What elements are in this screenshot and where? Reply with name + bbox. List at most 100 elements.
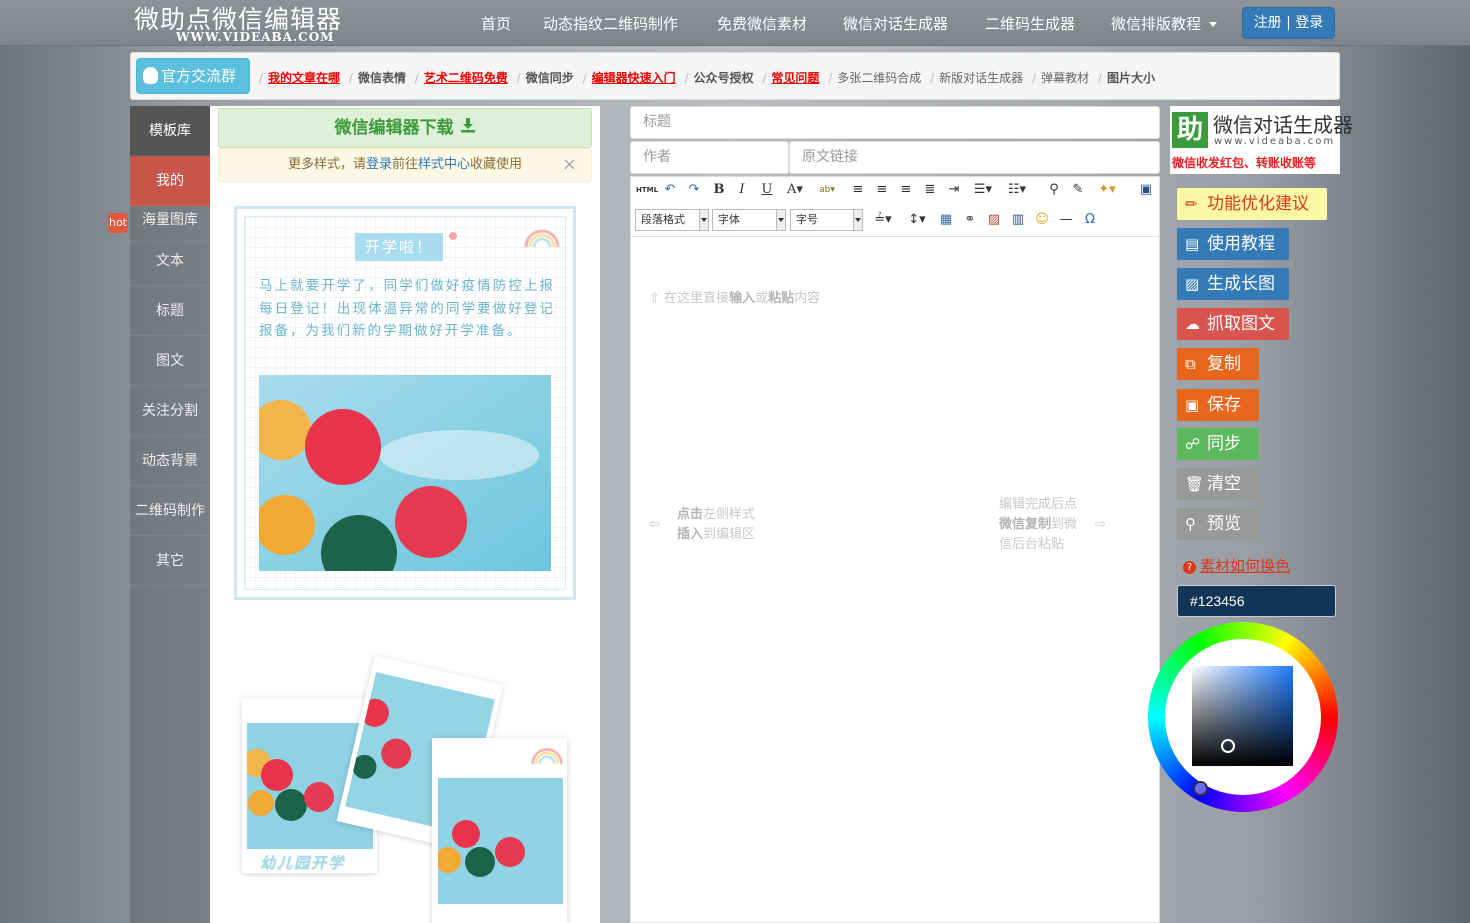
bold-icon[interactable]: B <box>710 181 728 199</box>
register-login-button[interactable]: 注册 | 登录 <box>1242 7 1335 39</box>
sidebar-item-qrcode[interactable]: 二维码制作 <box>130 486 210 536</box>
download-editor-button[interactable]: 微信编辑器下载 <box>218 108 592 148</box>
chat-generator-banner[interactable]: 助 微信对话生成器 www.videaba.com 微信收发红包、转账收账等 <box>1170 106 1353 174</box>
link-account-auth[interactable]: 公众号授权 <box>694 71 754 85</box>
line-height-icon[interactable]: ↕▾ <box>903 211 931 229</box>
undo-icon[interactable]: ↶ <box>661 181 679 199</box>
link-faq[interactable]: 常见问题 <box>771 71 819 85</box>
image-icon[interactable]: ▨ <box>985 211 1003 229</box>
fetch-article-button[interactable]: ☁ 抓取图文 <box>1177 308 1289 340</box>
sidebar-item-text[interactable]: 文本 <box>130 236 210 286</box>
nav-free-materials[interactable]: 免费微信素材 <box>717 13 807 34</box>
chevron-down-icon <box>699 210 708 230</box>
top-navbar: 微助点微信编辑器 WWW.VIDEABA.COM 首页 动态指纹二维码制作 免费… <box>0 0 1470 46</box>
table-icon[interactable]: ▦ <box>937 211 955 229</box>
title-input[interactable]: 标题 <box>630 106 1160 139</box>
nav-tutorials-dropdown[interactable]: 微信排版教程 <box>1111 13 1218 34</box>
align-right-icon[interactable]: ≡ <box>897 181 915 199</box>
clear-label: 清空 <box>1207 474 1241 494</box>
pencil-icon: ✏ <box>1185 195 1198 213</box>
paragraph-spacing-icon[interactable]: ≟▾ <box>869 211 897 229</box>
sync-button[interactable]: ☍ 同步 <box>1177 428 1259 460</box>
align-center-icon[interactable]: ≡ <box>873 181 891 199</box>
recolor-help-link[interactable]: ? 素材如何换色 <box>1183 555 1290 576</box>
nav-chat-generator[interactable]: 微信对话生成器 <box>843 13 948 34</box>
nav-dynamic-qrcode[interactable]: 动态指纹二维码制作 <box>543 13 678 34</box>
highlight-icon[interactable]: ab▾ <box>814 181 840 199</box>
align-left-icon[interactable]: ≡ <box>849 181 867 199</box>
hint-paste: ⇧ 在这里直接输入或粘贴内容 <box>649 291 821 306</box>
site-logo[interactable]: 微助点微信编辑器 WWW.VIDEABA.COM <box>134 0 364 46</box>
download-label: 微信编辑器下载 <box>334 118 454 138</box>
underline-icon[interactable]: U <box>758 181 776 199</box>
tutorial-button[interactable]: ▤ 使用教程 <box>1177 228 1289 260</box>
bullet-list-icon[interactable]: ☰▾ <box>969 181 997 199</box>
recolor-help-label: 素材如何换色 <box>1200 557 1291 575</box>
color-hex-input[interactable]: #123456 <box>1177 585 1336 617</box>
align-justify-icon[interactable]: ≣ <box>921 181 939 199</box>
notice-login-link[interactable]: 登录 <box>366 157 392 172</box>
nav-home[interactable]: 首页 <box>481 13 511 34</box>
font-color-icon[interactable]: A▾ <box>782 181 808 199</box>
source-link-input[interactable]: 原文链接 <box>789 141 1160 174</box>
link-quick-start[interactable]: 编辑器快速入门 <box>592 71 676 85</box>
style-template-card[interactable]: 开学啦！ 马上就要开学了，同学们做好疫情防控上报每日登记！出现体温异常的同学要做… <box>234 206 576 600</box>
link-wechat-sync[interactable]: 微信同步 <box>526 71 574 85</box>
sidebar-item-image-text[interactable]: 图文 <box>130 336 210 386</box>
font-family-select[interactable]: 字体 <box>712 209 786 231</box>
sidebar-item-title[interactable]: 标题 <box>130 286 210 336</box>
sv-picker-handle[interactable] <box>1221 739 1235 753</box>
preview-label: 预览 <box>1207 514 1241 534</box>
feedback-button[interactable]: ✏ 功能优化建议 <box>1177 188 1327 220</box>
copy-button[interactable]: ⧉ 复制 <box>1177 348 1259 380</box>
nav-qrcode-generator[interactable]: 二维码生成器 <box>985 13 1075 34</box>
magic-format-icon[interactable]: ✦▾ <box>1093 181 1121 199</box>
sidebar-item-other[interactable]: 其它 <box>130 536 210 586</box>
author-input[interactable]: 作者 <box>630 141 789 174</box>
preview-screen-icon[interactable]: ▣ <box>1137 181 1155 199</box>
italic-icon[interactable]: I <box>733 181 751 199</box>
hue-picker-handle[interactable] <box>1193 781 1208 796</box>
paragraph-format-select[interactable]: 段落格式 <box>635 209 709 231</box>
special-char-icon[interactable]: Ω <box>1081 211 1099 229</box>
balloons-image <box>259 375 551 571</box>
editor-content-area[interactable]: ⇧ 在这里直接输入或粘贴内容 ⇦ 点击左侧样式 插入到编辑区 编辑完成后点 微信… <box>630 236 1160 923</box>
close-icon[interactable]: × <box>562 149 577 181</box>
sidebar-item-follow-divider[interactable]: 关注分割 <box>130 386 210 436</box>
notice-style-center-link[interactable]: 样式中心 <box>418 157 470 172</box>
paragraph-format-value: 段落格式 <box>641 213 685 226</box>
sidebar-item-template-library[interactable]: 模板库 <box>130 106 210 156</box>
indent-icon[interactable]: ⇥ <box>945 181 963 199</box>
saturation-value-picker[interactable] <box>1192 666 1293 766</box>
polaroid-card-3[interactable] <box>432 738 567 923</box>
copy-icon: ⧉ <box>1185 355 1196 373</box>
link-new-chat-generator[interactable]: 新版对话生成器 <box>939 71 1023 85</box>
caret-down-icon <box>1209 22 1218 27</box>
emoji-icon[interactable]: ☺ <box>1033 211 1051 229</box>
link-my-articles[interactable]: 我的文章在哪 <box>268 71 340 85</box>
eraser-icon[interactable]: ✎ <box>1069 181 1087 199</box>
redo-icon[interactable]: ↷ <box>685 181 703 199</box>
video-icon[interactable]: ▥ <box>1009 211 1027 229</box>
link-emoji[interactable]: 微信表情 <box>358 71 406 85</box>
card-tag: 开学啦！ <box>355 233 443 261</box>
long-image-button[interactable]: ▨ 生成长图 <box>1177 268 1289 300</box>
link-image-size[interactable]: 图片大小 <box>1107 71 1155 85</box>
link-danmaku[interactable]: 弹幕教材 <box>1041 71 1089 85</box>
official-group-button[interactable]: 官方交流群 <box>136 58 250 94</box>
link-art-qrcode[interactable]: 艺术二维码免费 <box>424 71 508 85</box>
save-button[interactable]: ▣ 保存 <box>1177 389 1259 421</box>
quick-links: / 我的文章在哪 / 微信表情 / 艺术二维码免费 / 微信同步 / 编辑器快速入门 / 公… <box>259 71 1155 85</box>
link-multi-qrcode[interactable]: 多张二维码合成 <box>837 71 921 85</box>
preview-button[interactable]: ⚲ 预览 <box>1177 508 1259 540</box>
link-icon[interactable]: ⚭ <box>961 211 979 229</box>
font-size-select[interactable]: 字号 <box>790 209 863 231</box>
numbered-list-icon[interactable]: ☷▾ <box>1003 181 1031 199</box>
horizontal-rule-icon[interactable]: — <box>1057 211 1075 229</box>
clear-button[interactable]: 🗑 清空 <box>1177 468 1259 500</box>
decor-dot <box>447 230 459 242</box>
style-panel: 微信编辑器下载 更多样式，请登录前往样式中心收藏使用 × 开学啦！ 马上就要开学… <box>210 106 600 923</box>
sidebar-item-dynamic-bg[interactable]: 动态背景 <box>130 436 210 486</box>
find-replace-icon[interactable]: ⚲ <box>1045 181 1063 199</box>
html-source-icon[interactable]: HTML <box>636 181 658 199</box>
